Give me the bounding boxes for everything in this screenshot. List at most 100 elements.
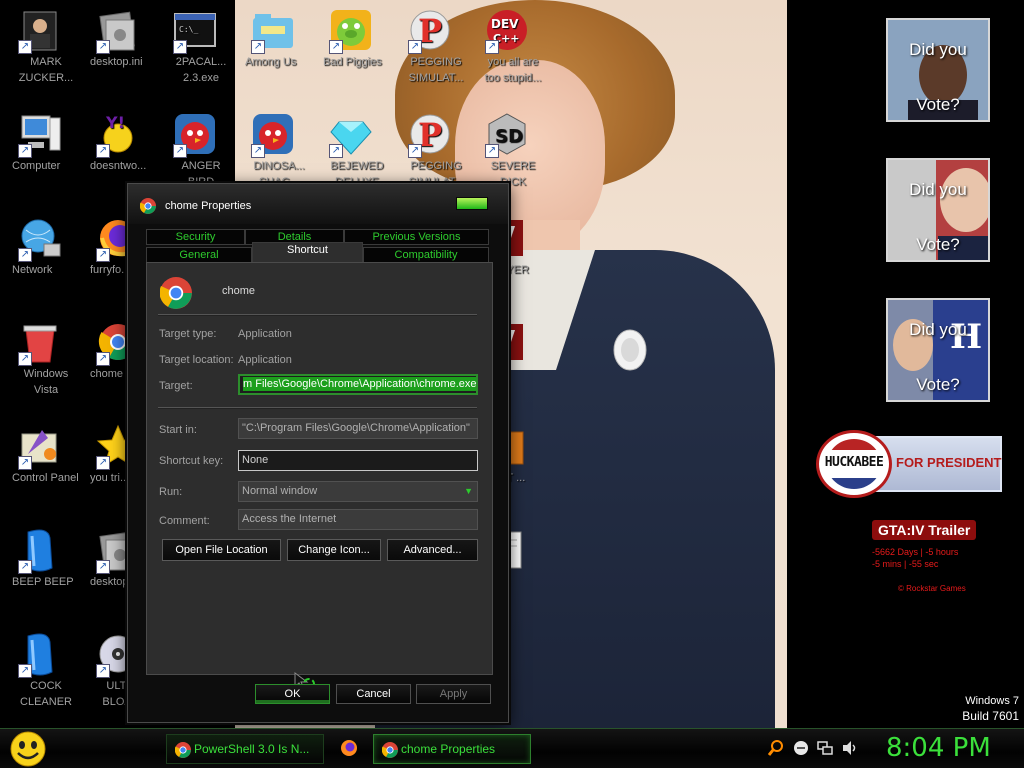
desktop-icon[interactable]: ↗ COCK CLEANER xyxy=(0,632,80,708)
start-button-smiley-icon[interactable] xyxy=(8,730,48,768)
chrome-icon xyxy=(140,198,156,214)
gta-title: GTA:IV Trailer xyxy=(872,520,977,540)
shortcut-arrow-icon: ↗ xyxy=(408,40,422,54)
desktop-icon[interactable]: ↗ Among Us xyxy=(233,8,313,68)
desktop-icon[interactable]: ↗ BEEP BEEP xyxy=(0,528,80,588)
shortcut-arrow-icon: ↗ xyxy=(18,352,32,366)
computer-icon: ↗ xyxy=(18,112,62,158)
angry-birds-icon: ↗ xyxy=(173,112,217,158)
blue-tube-icon: ↗ xyxy=(18,632,62,678)
gta-footer: © Rockstar Games xyxy=(898,584,966,593)
taskbar-clock[interactable]: 8:04 PM xyxy=(886,733,991,763)
shortcut-arrow-icon: ↗ xyxy=(96,456,110,470)
desktop-icon[interactable]: P ↗ PEGGING SIMULAT... xyxy=(390,8,470,84)
desktop-icon[interactable]: DEV C++ ↗ you all are too stupid... xyxy=(467,8,547,84)
desktop-icon-label: MARK ZUCKER... xyxy=(18,56,74,84)
ok-button[interactable]: OK xyxy=(255,684,330,704)
desktop-icon[interactable]: ↗ BEJEWED DELUXE xyxy=(311,112,391,188)
taskbar-item-chome-properties[interactable]: chome Properties xyxy=(373,734,531,764)
huckabee-for-president: FOR PRESIDENT xyxy=(896,455,1002,470)
vote-gadget-obama[interactable]: Did you Vote? xyxy=(886,18,990,122)
search-icon[interactable] xyxy=(768,739,784,757)
properties-dialog[interactable]: chome Properties Security Details Previo… xyxy=(127,183,509,723)
desktop-icon-label: chome xyxy=(90,368,124,380)
recycle-bin-icon: ↗ xyxy=(18,320,62,366)
shortcut-arrow-icon: ↗ xyxy=(96,560,110,574)
huckabee-name: HUCKABEE xyxy=(824,455,884,470)
shortcut-arrow-icon: ↗ xyxy=(251,40,265,54)
shortcut-arrow-icon: ↗ xyxy=(329,144,343,158)
change-icon-button[interactable]: Change Icon... xyxy=(287,539,381,561)
target-location-value: Application xyxy=(238,354,292,366)
desktop-icon[interactable]: ↗ DINOSA... SHAG... xyxy=(233,112,313,188)
cancel-button[interactable]: Cancel xyxy=(336,684,411,704)
volume-icon[interactable] xyxy=(842,739,858,757)
shortcut-arrow-icon: ↗ xyxy=(329,40,343,54)
desktop-icon[interactable]: ↗ ANGER BIRD xyxy=(155,112,235,188)
start-in-input[interactable]: "C:\Program Files\Google\Chrome\Applicat… xyxy=(238,418,478,439)
tab-shortcut[interactable]: Shortcut xyxy=(252,242,363,263)
shortcut-name: chome xyxy=(222,285,256,297)
os-build: Build 7601 xyxy=(962,709,1019,723)
open-file-location-button[interactable]: Open File Location xyxy=(162,539,281,561)
apply-button[interactable]: Apply xyxy=(416,684,491,704)
desktop-icon[interactable]: P ↗ PEGGING SIMULAT... xyxy=(390,112,470,188)
vote-line2: Vote? xyxy=(916,375,960,394)
network-icon[interactable] xyxy=(817,739,833,757)
target-input[interactable]: m Files\Google\Chrome\Application\chrome… xyxy=(238,374,478,395)
vote-gadget-hillary[interactable]: H Did you Vote? xyxy=(886,298,990,402)
desktop-icon-label: Among Us xyxy=(245,56,297,68)
vote-gadget-mccain[interactable]: Did you Vote? xyxy=(886,158,990,262)
tab-security[interactable]: Security xyxy=(146,229,245,245)
comment-input[interactable]: Access the Internet xyxy=(238,509,478,530)
firefox-icon[interactable] xyxy=(340,739,358,757)
huckabee-gadget[interactable]: HUCKABEE FOR PRESIDENT xyxy=(816,430,1004,498)
desktop-icon[interactable]: ↗ Windows Vista xyxy=(0,320,80,396)
run-select-value: Normal window xyxy=(242,485,318,497)
desktop-icon[interactable]: ↗ MARK ZUCKER... xyxy=(0,8,80,84)
brooch-graphic xyxy=(613,329,647,371)
desktop-icon-label: BEEP BEEP xyxy=(12,576,74,588)
run-select[interactable]: Normal window ▼ xyxy=(238,481,478,502)
gta-countdown-gadget[interactable]: GTA:IV Trailer -5662 Days | -5 hours -5 … xyxy=(872,520,1012,593)
desktop-icon[interactable]: ↗ Computer xyxy=(0,112,80,172)
dev-cpp-icon: DEV C++ ↗ xyxy=(485,8,529,54)
chevron-down-icon: ▼ xyxy=(464,486,473,496)
close-button[interactable] xyxy=(456,197,488,210)
taskbar: PowerShell 3.0 Is N... chome Properties xyxy=(0,728,1024,768)
chrome-icon xyxy=(160,277,192,309)
desktop-icon-label: Windows Vista xyxy=(23,368,69,396)
notification-icon[interactable] xyxy=(793,739,809,757)
chrome-icon xyxy=(382,742,398,758)
tab-previous-versions[interactable]: Previous Versions xyxy=(344,229,489,245)
dialog-titlebar[interactable]: chome Properties xyxy=(128,184,508,224)
desktop-icon-label: COCK CLEANER xyxy=(20,680,72,708)
dialog-title: chome Properties xyxy=(165,200,252,212)
shortcut-arrow-icon: ↗ xyxy=(485,40,499,54)
p-logo-icon: P ↗ xyxy=(408,8,452,54)
document-person-icon: ↗ xyxy=(18,8,62,54)
tab-general[interactable]: General xyxy=(146,247,252,263)
desktop-icon[interactable]: ↗ Network xyxy=(0,216,80,276)
shortcut-arrow-icon: ↗ xyxy=(18,248,32,262)
desktop-icon[interactable]: ↗ Control Panel xyxy=(0,424,80,484)
desktop-icon[interactable]: SD ↗ SEVERE DICK xyxy=(467,112,547,188)
tab-compatibility[interactable]: Compatibility xyxy=(363,247,489,263)
shortcut-arrow-icon: ↗ xyxy=(18,664,32,678)
bad-piggies-icon: ↗ xyxy=(329,8,373,54)
divider xyxy=(158,407,477,409)
sd-icon: SD ↗ xyxy=(485,112,529,158)
target-label: Target: xyxy=(159,380,193,392)
shortcut-panel: chome Target type: Application Target lo… xyxy=(146,262,493,692)
desktop-icon[interactable]: Y! ↗ doesntwo... xyxy=(78,112,158,172)
shortcut-arrow-icon: ↗ xyxy=(18,144,32,158)
desktop-icon[interactable]: C:\_ ↗ 2PACAL... 2.3.exe xyxy=(155,8,235,84)
desktop-icon[interactable]: ↗ desktop.ini xyxy=(78,8,158,68)
desktop-icon[interactable]: ↗ Bad Piggies xyxy=(311,8,391,68)
shortcut-key-input[interactable]: None xyxy=(238,450,478,471)
desktop-icon-label: Network xyxy=(12,264,53,276)
advanced-button[interactable]: Advanced... xyxy=(387,539,478,561)
taskbar-item-powershell[interactable]: PowerShell 3.0 Is N... xyxy=(166,734,324,764)
folder-icon: ↗ xyxy=(251,8,295,54)
console-exe-icon: C:\_ ↗ xyxy=(173,8,217,54)
